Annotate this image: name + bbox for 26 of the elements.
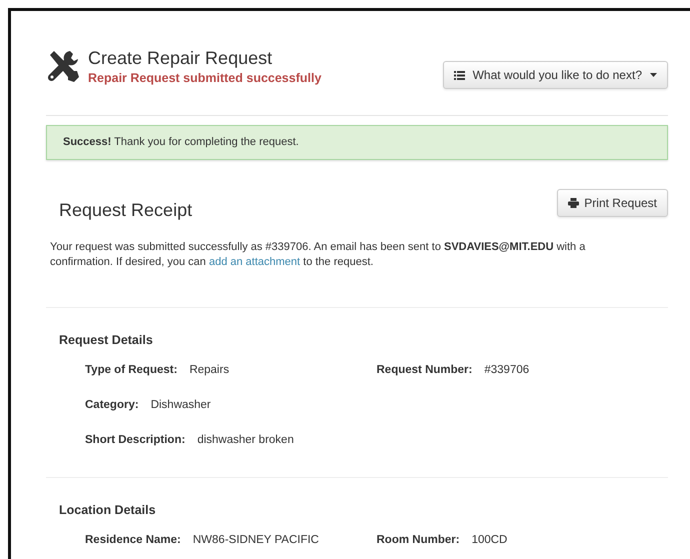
confirmation-text: Your request was submitted successfully as #339706. An email has been sent to SVDAVIES@MIT.EDU with a confirmation. If desired, you can add an attachment to the request. [50,240,586,270]
field-value: Repairs [189,363,230,378]
field-label: Category: [85,398,139,414]
next-action-dropdown[interactable]: What would you like to do next? [442,61,668,89]
printer-icon [568,198,580,208]
field-label: Type of Request: [85,363,178,378]
list-icon [454,70,465,80]
success-alert: Success! Thank you for completing the request. [46,125,668,160]
field-value: NW86-SIDNEY PACIFIC [192,532,319,548]
field-value: Dishwasher [150,398,211,414]
section-heading: Location Details [59,502,157,520]
section-heading: Request Details [59,332,154,350]
field-label: Residence Name: [85,532,181,548]
tools-icon [46,49,80,83]
status-message: Repair Request submitted successfully [88,70,322,87]
field-label: Short Description: [85,433,186,448]
field-value: dishwasher broken [197,433,294,448]
page-title: Create Repair Request [88,49,274,69]
section-title: Request Receipt [59,198,192,222]
attachment-link[interactable]: add an attachment [208,256,300,268]
field-value: 100CD [472,532,508,548]
caret-icon [650,73,657,77]
print-button[interactable]: Print Request [557,188,668,216]
field-value: #339706 [484,363,530,378]
field-label: Room Number: [376,532,460,548]
field-label: Request Number: [376,363,472,378]
